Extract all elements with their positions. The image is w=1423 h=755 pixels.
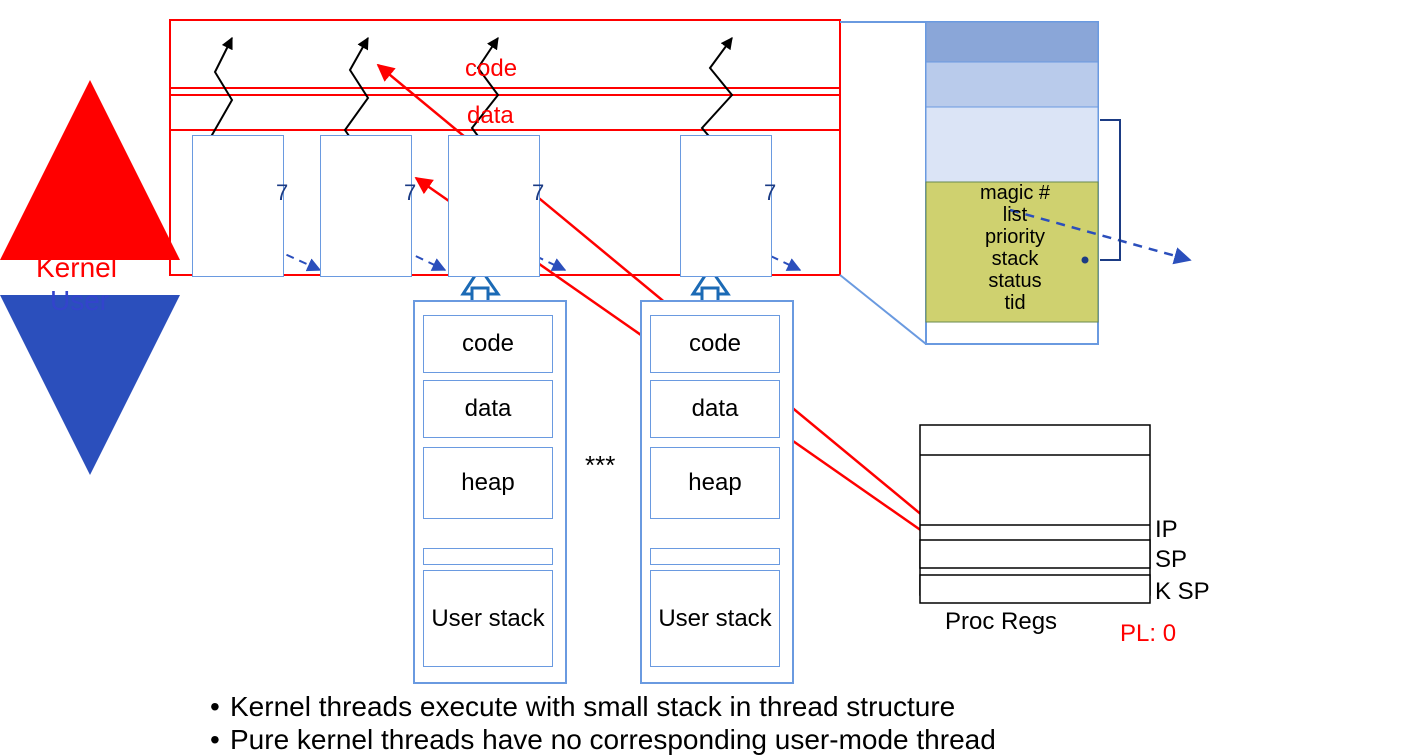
callout-line-bottom — [840, 275, 926, 344]
zoom-magic: magic # — [950, 182, 1080, 205]
kernel-code-label: code — [465, 55, 517, 83]
zoom-seg-lo — [926, 107, 1098, 182]
kernel-data-label: data — [467, 102, 514, 130]
user1-code: code — [423, 315, 553, 373]
bullO-2: •Pure kernel threads have no correspondi… — [210, 723, 996, 755]
proc-regs-ksp-row — [920, 575, 1150, 603]
user2-stack: User stack — [650, 570, 780, 667]
label-pl: PL: 0 — [1120, 620, 1176, 648]
user1-stack-top — [423, 548, 553, 565]
label-ksp: K SP — [1155, 578, 1210, 606]
user2-stack-top — [650, 548, 780, 565]
label-sp: SP — [1155, 546, 1187, 574]
bullet-1: •Kernel threads execute with small stack… — [210, 690, 996, 723]
zoom-seg-top — [926, 22, 1098, 62]
label-kernel: Kernel — [36, 252, 117, 284]
asterisks: *** — [585, 450, 615, 481]
kernel-thread-box-1 — [192, 135, 284, 277]
zoom-seg-mid — [926, 62, 1098, 107]
kernel-thread-num-1: 7 — [276, 180, 288, 206]
proc-regs-box — [920, 425, 1150, 595]
kernel-thread-box-4 — [680, 135, 772, 277]
zoom-tid: tid — [950, 292, 1080, 315]
label-ip: IP — [1155, 516, 1178, 544]
kernel-thread-box-2 — [320, 135, 412, 277]
bullet-2-text: Pure kernel threads have no correspondin… — [230, 724, 996, 755]
proc-regs-sp-row — [920, 540, 1150, 568]
bullet-list: •Kernel threads execute with small stack… — [210, 690, 996, 755]
diagram-stage: Kernel User code data 7 7 7 7 code data … — [0, 0, 1423, 755]
kernel-thread-num-4: 7 — [764, 180, 776, 206]
zoom-list: list — [950, 204, 1080, 227]
zoom-stack: stack — [950, 248, 1080, 271]
kernel-thread-num-2: 7 — [404, 180, 416, 206]
user1-stack: User stack — [423, 570, 553, 667]
label-user: User — [50, 285, 109, 317]
user1-data: data — [423, 380, 553, 438]
label-procregs: Proc Regs — [945, 608, 1057, 636]
kernel-thread-box-3 — [448, 135, 540, 277]
zoom-stack-dot — [1082, 257, 1089, 264]
zoom-priority: priority — [950, 226, 1080, 249]
user2-code: code — [650, 315, 780, 373]
user2-heap: heap — [650, 447, 780, 519]
user1-heap: heap — [423, 447, 553, 519]
kernel-thread-num-3: 7 — [532, 180, 544, 206]
zoom-status: status — [950, 270, 1080, 293]
bullet-1-text: Kernel threads execute with small stack … — [230, 691, 955, 722]
user2-data: data — [650, 380, 780, 438]
